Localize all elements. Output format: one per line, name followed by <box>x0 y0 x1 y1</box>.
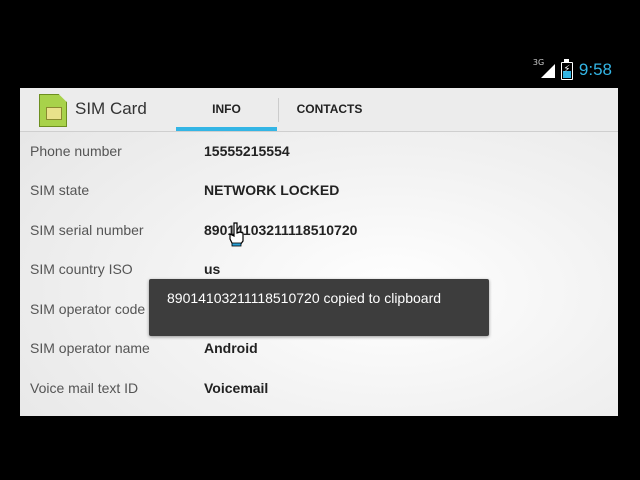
hand-cursor-icon <box>229 222 244 247</box>
list-item[interactable]: SIM serial number 89014103211118510720 <box>20 212 618 251</box>
app-title: SIM Card <box>75 99 147 118</box>
tab-info[interactable]: INFO <box>176 88 277 131</box>
row-label: Phone number <box>30 143 122 159</box>
action-bar: SIM Card INFO CONTACTS <box>20 88 618 132</box>
row-value: Voicemail <box>204 380 269 396</box>
row-label: Voice mail text ID <box>30 380 139 396</box>
row-value: NETWORK LOCKED <box>204 182 340 198</box>
status-icons: 3G ⚡ 9:58 <box>533 58 612 80</box>
toast-message: 89014103211118510720 copied to clipboard <box>167 290 442 306</box>
list-item[interactable]: SIM state NETWORK LOCKED <box>20 172 618 211</box>
status-clock: 9:58 <box>578 60 612 79</box>
row-label: SIM state <box>30 182 90 198</box>
battery-charging-icon: ⚡ <box>560 59 573 80</box>
row-label: SIM operator code <box>30 301 146 317</box>
row-value: Android <box>204 340 258 356</box>
app-window: SIM Card INFO CONTACTS Phone number 1555… <box>20 88 618 416</box>
row-value: 15555215554 <box>204 143 290 159</box>
tab-contacts[interactable]: CONTACTS <box>279 88 380 131</box>
mobile-signal-icon: 3G <box>533 58 555 80</box>
row-label: SIM operator name <box>30 340 150 356</box>
row-label: SIM country ISO <box>30 261 133 277</box>
row-value: us <box>204 261 221 277</box>
list-item[interactable]: Phone number 15555215554 <box>20 133 618 172</box>
row-label: SIM serial number <box>30 222 144 238</box>
clipboard-toast: 89014103211118510720 copied to clipboard <box>149 279 489 336</box>
sim-card-icon[interactable] <box>39 94 67 127</box>
status-bar: 3G ⚡ 9:58 <box>20 56 618 88</box>
list-item[interactable]: Voice mail text ID Voicemail <box>20 370 618 409</box>
